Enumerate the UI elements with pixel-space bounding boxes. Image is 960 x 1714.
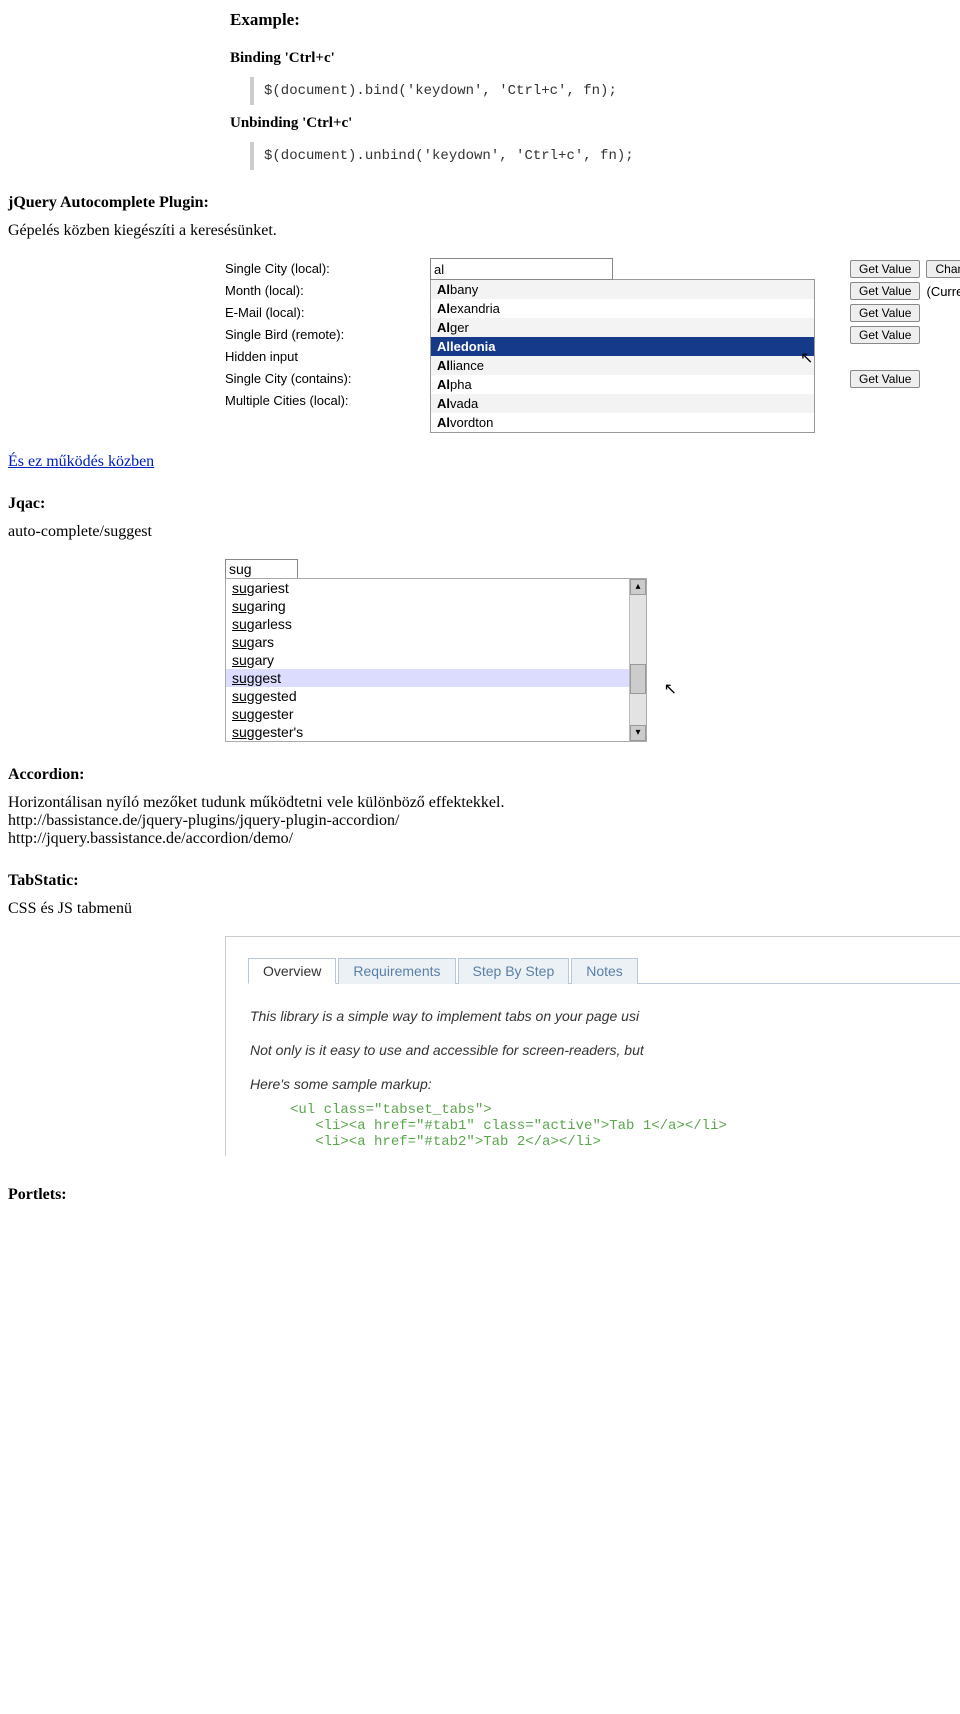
portlets-heading: Portlets:	[0, 1186, 960, 1204]
autocomplete-figure: Single City (local): Month (local): E-Ma…	[225, 258, 960, 433]
autocomplete-item[interactable]: Alvada	[431, 394, 814, 413]
jqac-item[interactable]: sugarless	[226, 615, 646, 633]
example-heading: Example:	[230, 10, 960, 30]
jqac-figure: sugariestsugaringsugarlesssugarssugarysu…	[225, 559, 655, 742]
accordion-desc: Horizontálisan nyíló mezőket tudunk műkö…	[0, 794, 960, 812]
change-button[interactable]: Change M	[926, 260, 960, 278]
jqac-item[interactable]: suggester	[226, 705, 646, 723]
code-unbind: $(document).unbind('keydown', 'Ctrl+c', …	[250, 142, 960, 170]
jqac-item[interactable]: sugariest	[226, 579, 646, 597]
label: Single City (local):	[225, 258, 351, 280]
code-bind: $(document).bind('keydown', 'Ctrl+c', fn…	[250, 77, 960, 105]
jqac-input[interactable]	[225, 559, 298, 579]
tabstatic-figure: Overview Requirements Step By Step Notes…	[225, 936, 960, 1156]
jqac-item[interactable]: suggester's	[226, 723, 646, 741]
autocomplete-item[interactable]: Alexandria	[431, 299, 814, 318]
accordion-url2: http://jquery.bassistance.de/accordion/d…	[0, 830, 960, 848]
autocomplete-item[interactable]: Alger	[431, 318, 814, 337]
label: Month (local):	[225, 280, 351, 302]
autocomplete-labels: Single City (local): Month (local): E-Ma…	[225, 258, 351, 412]
jqac-heading: Jqac:	[0, 495, 960, 513]
jqac-desc: auto-complete/suggest	[0, 523, 960, 541]
get-value-button[interactable]: Get Value	[850, 326, 920, 344]
accordion-heading: Accordion:	[0, 766, 960, 784]
jqac-item[interactable]: suggested	[226, 687, 646, 705]
label: Multiple Cities (local):	[225, 390, 351, 412]
jqac-item[interactable]: suggest	[226, 669, 646, 687]
autocomplete-item[interactable]: Alvordton	[431, 413, 814, 432]
label: Single City (contains):	[225, 368, 351, 390]
unbinding-title: Unbinding 'Ctrl+c'	[230, 115, 960, 132]
tab-requirements[interactable]: Requirements	[338, 958, 455, 984]
scroll-up-icon[interactable]: ▴	[630, 579, 646, 595]
scroll-thumb[interactable]	[630, 664, 646, 694]
cursor-icon: ↖	[664, 679, 677, 699]
tabstatic-desc: CSS és JS tabmenü	[0, 900, 960, 918]
autocomplete-item[interactable]: Alledonia	[431, 337, 814, 356]
jqac-item[interactable]: sugary	[226, 651, 646, 669]
autocomplete-demo-link[interactable]: És ez működés közben	[8, 453, 154, 470]
get-value-button[interactable]: Get Value	[850, 370, 920, 388]
tab-overview[interactable]: Overview	[248, 958, 336, 984]
autocomplete-item[interactable]: Albany	[431, 280, 814, 299]
tab-bar: Overview Requirements Step By Step Notes	[248, 957, 960, 984]
tab-notes[interactable]: Notes	[571, 958, 638, 984]
scrollbar[interactable]: ▴ ▾	[629, 579, 646, 741]
autocomplete-heading: jQuery Autocomplete Plugin:	[0, 194, 960, 212]
autocomplete-item[interactable]: Alpha	[431, 375, 814, 394]
get-value-button[interactable]: Get Value	[850, 282, 920, 300]
label: Single Bird (remote):	[225, 324, 351, 346]
current-text: (Current m	[926, 284, 960, 299]
jqac-item[interactable]: sugars	[226, 633, 646, 651]
scroll-down-icon[interactable]: ▾	[630, 725, 646, 741]
tabstatic-heading: TabStatic:	[0, 872, 960, 890]
autocomplete-desc: Gépelés közben kiegészíti a keresésünket…	[0, 222, 960, 240]
autocomplete-input[interactable]	[430, 258, 613, 280]
jqac-item[interactable]: sugaring	[226, 597, 646, 615]
get-value-button[interactable]: Get Value	[850, 304, 920, 322]
cursor-icon: ↖	[800, 348, 813, 368]
get-value-button[interactable]: Get Value	[850, 260, 920, 278]
accordion-url1: http://bassistance.de/jquery-plugins/jqu…	[0, 812, 960, 830]
tab-step-by-step[interactable]: Step By Step	[458, 958, 570, 984]
tab-sample-code: <ul class="tabset_tabs"> <li><a href="#t…	[290, 1102, 960, 1150]
binding-title: Binding 'Ctrl+c'	[230, 50, 960, 67]
jqac-suggestion-list[interactable]: sugariestsugaringsugarlesssugarssugarysu…	[225, 578, 647, 742]
autocomplete-list[interactable]: AlbanyAlexandriaAlgerAlledoniaAllianceAl…	[430, 279, 815, 433]
autocomplete-item[interactable]: Alliance	[431, 356, 814, 375]
tab-body-line: Here's some sample markup:	[250, 1076, 960, 1092]
tab-body-line: Not only is it easy to use and accessibl…	[250, 1042, 960, 1058]
label: E-Mail (local):	[225, 302, 351, 324]
tab-body-line: This library is a simple way to implemen…	[250, 1008, 960, 1024]
label: Hidden input	[225, 346, 351, 368]
